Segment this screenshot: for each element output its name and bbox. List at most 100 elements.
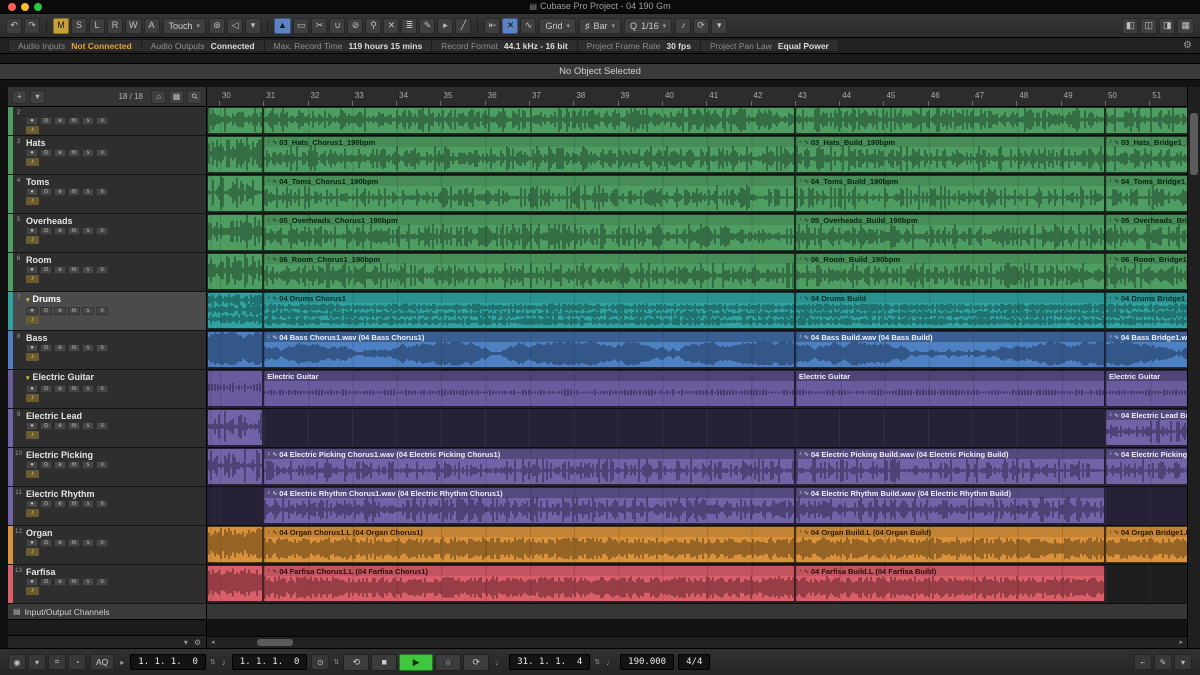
- monitor-button[interactable]: ⊙: [40, 578, 52, 586]
- stop-button[interactable]: ■: [371, 654, 397, 671]
- clip-04-farfisa-chorus1-l-04-farfisa-chorus1[interactable]: ♪∿04 Farfisa Chorus1.L (04 Farfisa Choru…: [263, 565, 795, 602]
- status-item-max-record-time[interactable]: Max. Record Time119 hours 15 mins: [264, 39, 432, 52]
- more-button[interactable]: ≡: [96, 266, 108, 274]
- clip-04-organ-chorus1-l-04-organ-chorus1[interactable]: ♪∿04 Organ Chorus1.L (04 Organ Chorus1): [263, 526, 795, 563]
- solo-button[interactable]: s: [82, 500, 94, 508]
- time-signature-display[interactable]: 4/4: [678, 654, 710, 670]
- monitor-button[interactable]: ⊙: [40, 422, 52, 430]
- musical-mode-badge[interactable]: ♪: [26, 394, 39, 402]
- track-row-organ[interactable]: 12Organ●⊙ems≡♪: [8, 526, 206, 565]
- track-row-room[interactable]: 6Room●⊙ems≡♪: [8, 253, 206, 292]
- record-arm-button[interactable]: ●: [26, 461, 38, 469]
- monitor-button[interactable]: ⊙: [40, 266, 52, 274]
- record-arm-button[interactable]: ●: [26, 578, 38, 586]
- clip-electric-guitar[interactable]: Electric Guitar: [263, 370, 795, 407]
- clip-electric-guitar[interactable]: Electric Guitar: [1105, 370, 1187, 407]
- edit-channel-button[interactable]: e: [54, 578, 66, 586]
- mute-button[interactable]: m: [68, 266, 80, 274]
- clip-04-drums-bridge1[interactable]: ♪∿04 Drums Bridge1: [1105, 292, 1187, 329]
- gear-icon[interactable]: ⚙: [1183, 40, 1192, 51]
- clip-06-room-chorus1-190bpm[interactable]: ♪∿06_Room_Chorus1_190bpm: [263, 253, 795, 290]
- redo-button[interactable]: ↷: [24, 18, 40, 34]
- tempo-display[interactable]: 190.000: [620, 654, 674, 670]
- metronome-icon[interactable]: ◔: [68, 654, 86, 670]
- track-row-drums[interactable]: 7▾Drums●⊙ems≡♪: [8, 292, 206, 331]
- setup-window-layout-button[interactable]: ▦: [1177, 18, 1194, 34]
- mute-button[interactable]: m: [68, 117, 80, 125]
- locator-spinner[interactable]: ⇅: [594, 658, 600, 666]
- iterative-quantize-button[interactable]: ♪: [675, 18, 691, 34]
- clip-04-bass-bridge1-wav-04-bass-bridge1[interactable]: ♪∿04 Bass Bridge1.wav (04 Bass Bridge1): [1105, 331, 1187, 368]
- edit-channel-button[interactable]: e: [54, 149, 66, 157]
- track-row-farfisa[interactable]: 13Farfisa●⊙ems≡♪: [8, 565, 206, 604]
- musical-mode-badge[interactable]: ♪: [26, 158, 39, 166]
- monitor-button[interactable]: ⊙: [40, 149, 52, 157]
- io-channels-row[interactable]: ▤ Input/Output Channels: [8, 604, 206, 620]
- quantize-menu-button[interactable]: ▾: [711, 18, 727, 34]
- musical-mode-badge[interactable]: ♪: [26, 587, 39, 595]
- track-grid-icon[interactable]: ▦: [169, 90, 184, 104]
- midi-activity-icon[interactable]: ⌐: [1134, 654, 1152, 670]
- monitor-button[interactable]: ⊙: [40, 385, 52, 393]
- aq-button[interactable]: AQ: [90, 654, 114, 670]
- snap-button[interactable]: ✕: [502, 18, 518, 34]
- toolbar-r-button[interactable]: R: [107, 18, 123, 34]
- more-button[interactable]: ≡: [96, 344, 108, 352]
- timeline-ruler[interactable]: 3031323334353637383940414243444546474849…: [207, 87, 1187, 107]
- clip-04-toms-build-190bpm[interactable]: ♪∿04_Toms_Build_190bpm: [795, 175, 1105, 212]
- play-button[interactable]: ▶: [399, 654, 433, 671]
- mute-button[interactable]: m: [68, 500, 80, 508]
- left-zone-toggle-button[interactable]: ◧: [1122, 18, 1139, 34]
- locator-display[interactable]: 31. 1. 1. 4: [509, 654, 590, 670]
- musical-mode-badge[interactable]: ♪: [26, 197, 39, 205]
- mute-button[interactable]: m: [68, 539, 80, 547]
- more-button[interactable]: ≡: [96, 385, 108, 393]
- track-row-hats[interactable]: 3Hats●⊙ems≡♪: [8, 136, 206, 175]
- toolbar-m-button[interactable]: M: [53, 18, 69, 34]
- status-item-audio-inputs[interactable]: Audio InputsNot Connected: [8, 39, 141, 52]
- mute-button[interactable]: m: [68, 188, 80, 196]
- home-icon[interactable]: ⌂: [151, 90, 166, 104]
- clip-unlabeled[interactable]: [207, 175, 263, 212]
- musical-mode-badge[interactable]: ♪: [26, 431, 39, 439]
- play-button[interactable]: ▸: [437, 18, 453, 34]
- clip-unlabeled[interactable]: [207, 526, 263, 563]
- more-button[interactable]: ≡: [96, 539, 108, 547]
- lock-icon[interactable]: ⊙: [311, 654, 329, 670]
- clip-04-bass-chorus1-wav-04-bass-chorus1[interactable]: ♪∿04 Bass Chorus1.wav (04 Bass Chorus1): [263, 331, 795, 368]
- primary-time-display[interactable]: 1. 1. 1. 0: [130, 654, 206, 670]
- musical-mode-badge[interactable]: ♪: [26, 548, 39, 556]
- audition-icon[interactable]: ◉: [8, 654, 26, 670]
- record-arm-button[interactable]: ●: [26, 307, 38, 315]
- track-row-electric-rhythm[interactable]: 11Electric Rhythm●⊙ems≡♪: [8, 487, 206, 526]
- track-settings-gear-icon[interactable]: ⚙: [194, 638, 201, 647]
- maximize-button[interactable]: [34, 3, 42, 11]
- more-button[interactable]: ≡: [96, 149, 108, 157]
- scroll-left-arrow[interactable]: ◂: [211, 638, 215, 646]
- clip-unlabeled[interactable]: [207, 370, 263, 407]
- nudge-buttons[interactable]: ⇅: [333, 658, 339, 666]
- track-row-toms[interactable]: 4Toms●⊙ems≡♪: [8, 175, 206, 214]
- edit-channel-button[interactable]: e: [54, 344, 66, 352]
- clip-04-toms-chorus1-190bpm[interactable]: ♪∿04_Toms_Chorus1_190bpm: [263, 175, 795, 212]
- track-row-bass[interactable]: 8Bass●⊙ems≡♪: [8, 331, 206, 370]
- clip-05-overheads-bridge1-190bpm[interactable]: ♪∿05_Overheads_Bridge1_190bpm: [1105, 214, 1187, 251]
- clip-04-electric-picking-bridge1-wav-04-electric-picking-bridge1[interactable]: ♪∿04 Electric Picking Bridge1.wav (04 El…: [1105, 448, 1187, 485]
- snap-type-button[interactable]: ∿: [520, 18, 536, 34]
- musical-mode-badge[interactable]: ♪: [26, 470, 39, 478]
- clip-electric-guitar[interactable]: Electric Guitar: [795, 370, 1105, 407]
- clip-04-electric-picking-chorus1-wav-04-electric-picking-chorus1[interactable]: ♪∿04 Electric Picking Chorus1.wav (04 El…: [263, 448, 795, 485]
- draw-button[interactable]: ✎: [419, 18, 435, 34]
- audition-menu-icon[interactable]: ▾: [28, 654, 46, 670]
- clip-unlabeled[interactable]: [207, 136, 263, 173]
- clip-04-drums-chorus1[interactable]: ♪∿04 Drums Chorus1: [263, 292, 795, 329]
- monitor-button[interactable]: ⊙: [40, 539, 52, 547]
- time-spinner[interactable]: ⇅: [210, 658, 216, 666]
- record-arm-button[interactable]: ●: [26, 344, 38, 352]
- record-arm-button[interactable]: ●: [26, 539, 38, 547]
- musical-mode-badge[interactable]: ♪: [26, 236, 39, 244]
- toolbar-a-button[interactable]: A: [144, 18, 160, 34]
- mute-button[interactable]: ✕: [383, 18, 399, 34]
- minimize-button[interactable]: [21, 3, 29, 11]
- musical-mode-badge[interactable]: ♪: [26, 509, 39, 517]
